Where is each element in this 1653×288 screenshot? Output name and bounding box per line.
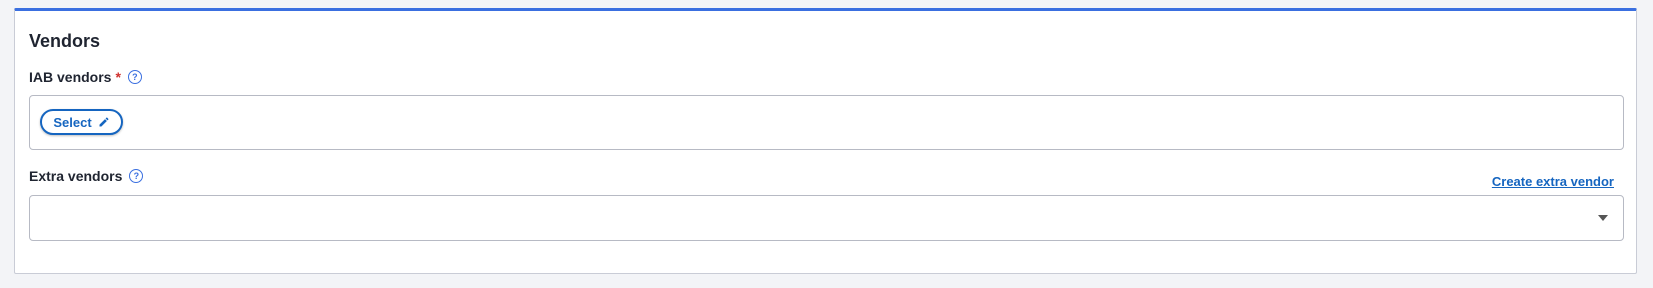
required-asterisk: *	[115, 69, 121, 85]
iab-vendors-label-row: IAB vendors * ?	[29, 69, 142, 85]
extra-vendors-label-row: Extra vendors ?	[29, 168, 144, 184]
vendors-card: Vendors IAB vendors * ? Select Extra ven…	[14, 8, 1637, 274]
question-circle-icon[interactable]: ?	[129, 169, 144, 183]
section-title: Vendors	[29, 31, 101, 51]
create-extra-vendor-link[interactable]: Create extra vendor	[1492, 174, 1614, 189]
pencil-icon	[99, 117, 109, 127]
caret-down-icon[interactable]	[1598, 215, 1608, 221]
iab-vendors-label: IAB vendors	[29, 69, 112, 85]
question-circle-icon[interactable]: ?	[127, 70, 142, 84]
select-button-label: Select	[53, 114, 92, 130]
iab-vendors-field: Select	[29, 95, 1624, 150]
select-iab-vendors-button[interactable]: Select	[40, 109, 123, 135]
extra-vendors-label: Extra vendors	[29, 168, 123, 184]
extra-vendors-dropdown[interactable]	[29, 195, 1624, 241]
